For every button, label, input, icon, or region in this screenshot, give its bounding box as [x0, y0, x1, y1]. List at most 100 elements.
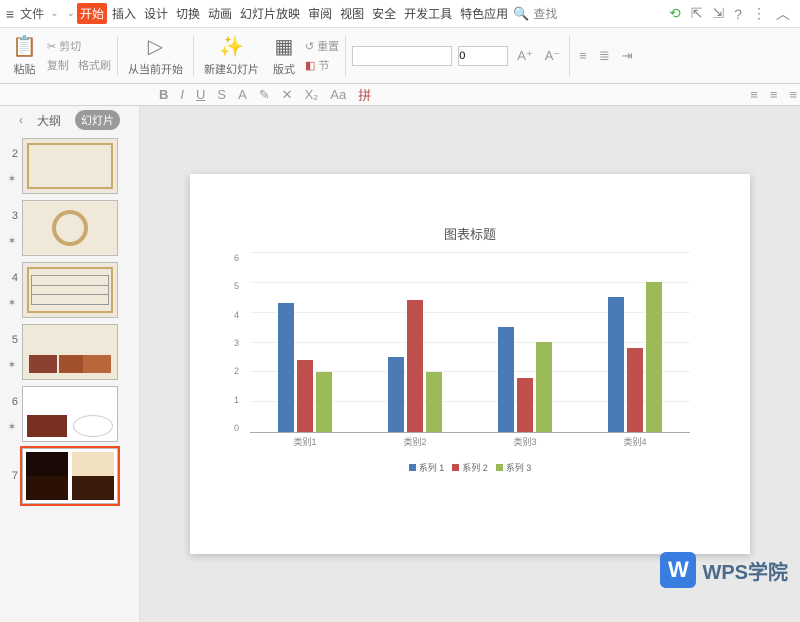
thumb-row[interactable]: 2✶: [6, 138, 133, 194]
layout-button[interactable]: ▦ 版式: [269, 34, 299, 77]
font-size-select[interactable]: [458, 46, 508, 66]
paste-label: 粘贴: [13, 61, 35, 77]
tab-security[interactable]: 安全: [369, 3, 399, 24]
chevron-down-icon[interactable]: ⌄: [67, 8, 75, 19]
collapse-icon[interactable]: ︿: [772, 4, 794, 24]
reset-label: 重置: [317, 38, 339, 54]
bar[interactable]: [388, 357, 404, 432]
thumb-row[interactable]: 4✶: [6, 262, 133, 318]
tab-view[interactable]: 视图: [337, 3, 367, 24]
tab-devtools[interactable]: 开发工具: [401, 3, 455, 24]
slide-thumb-2[interactable]: [22, 138, 118, 194]
tab-slideshow[interactable]: 幻灯片放映: [237, 3, 303, 24]
section-icon: ◧: [305, 59, 315, 72]
new-slide-button[interactable]: ✨ 新建幻灯片: [200, 34, 263, 77]
animation-star-icon: ✶: [8, 360, 16, 371]
bar[interactable]: [517, 378, 533, 432]
format-painter-button[interactable]: 格式刷: [78, 57, 111, 73]
section-label: 节: [318, 57, 329, 73]
thumb-row[interactable]: 6✶: [6, 386, 133, 442]
bar[interactable]: [426, 372, 442, 432]
align-left-button[interactable]: ≡: [747, 87, 761, 102]
search-icon[interactable]: 🔍: [513, 6, 529, 22]
reset-button[interactable]: ↺重置: [305, 38, 339, 54]
case-button[interactable]: Aa: [327, 87, 349, 102]
underline-button[interactable]: U: [193, 87, 208, 102]
new-slide-label: 新建幻灯片: [204, 61, 259, 77]
tab-transition[interactable]: 切换: [173, 3, 203, 24]
slide-thumb-5[interactable]: [22, 324, 118, 380]
tab-start[interactable]: 开始: [77, 3, 107, 24]
tab-review[interactable]: 审阅: [305, 3, 335, 24]
bar[interactable]: [536, 342, 552, 432]
scissors-icon: ✂: [47, 40, 56, 53]
bar[interactable]: [498, 327, 514, 432]
font-color-button[interactable]: A: [235, 87, 250, 102]
menu-bar: ≡ 文件 ⌄ ⌄ 开始 插入 设计 切换 动画 幻灯片放映 审阅 视图 安全 开…: [0, 0, 800, 28]
x-axis: 类别1类别2类别3类别4: [250, 435, 690, 453]
slide-thumb-4[interactable]: [22, 262, 118, 318]
slide-canvas[interactable]: 图表标题 6543210 类别1类别2类别3类别4 系列 1系列 2系列 3: [140, 106, 800, 622]
increase-font-button[interactable]: A⁺: [514, 48, 536, 64]
tab-animation[interactable]: 动画: [205, 3, 235, 24]
bar[interactable]: [278, 303, 294, 432]
chart-title: 图表标题: [230, 224, 710, 243]
tab-features[interactable]: 特色应用: [457, 3, 511, 24]
bar[interactable]: [297, 360, 313, 432]
highlight-button[interactable]: ✎: [256, 87, 273, 103]
align-right-button[interactable]: ≡: [786, 87, 800, 102]
chart[interactable]: 6543210 类别1类别2类别3类别4: [250, 253, 690, 453]
slide-number: 6: [6, 396, 18, 408]
bar[interactable]: [316, 372, 332, 432]
slide-thumb-6[interactable]: [22, 386, 118, 442]
cloud-sync-icon[interactable]: ⟲: [665, 5, 685, 22]
bar[interactable]: [646, 282, 662, 432]
bar[interactable]: [608, 297, 624, 432]
thumb-row[interactable]: 5✶: [6, 324, 133, 380]
back-icon[interactable]: ‹: [19, 113, 23, 127]
align-center-button[interactable]: ≡: [767, 87, 781, 102]
paste-button[interactable]: 📋 粘贴: [8, 34, 41, 77]
bar[interactable]: [407, 300, 423, 432]
bullets-button[interactable]: ≡: [576, 48, 590, 63]
thumbnail-list: 2✶ 3✶ 4✶ 5✶ 6✶ 7: [0, 134, 139, 622]
pinyin-button[interactable]: 拼: [355, 85, 374, 104]
indent-button[interactable]: ⇥: [619, 48, 636, 64]
tab-insert[interactable]: 插入: [109, 3, 139, 24]
export-icon[interactable]: ⇲: [708, 5, 728, 22]
italic-button[interactable]: I: [177, 87, 187, 102]
more-icon[interactable]: ⋮: [748, 5, 770, 22]
tab-design[interactable]: 设计: [141, 3, 171, 24]
slide-thumb-7[interactable]: [22, 448, 118, 504]
layout-label: 版式: [273, 61, 295, 77]
share-icon[interactable]: ⇱: [687, 5, 707, 22]
ribbon-toolbar: 📋 粘贴 ✂剪切 复制 格式刷 ▷ 从当前开始 ✨ 新建幻灯片 ▦ 版式 ↺重置…: [0, 28, 800, 84]
file-menu[interactable]: 文件: [16, 5, 48, 22]
clear-format-button[interactable]: ✕: [279, 87, 296, 103]
bar[interactable]: [627, 348, 643, 432]
subscript-button[interactable]: X₂: [302, 87, 322, 102]
slide-number: 4: [6, 272, 18, 284]
plot-area: [250, 253, 690, 433]
chevron-down-icon[interactable]: ⌄: [50, 8, 58, 19]
decrease-font-button[interactable]: A⁻: [542, 48, 564, 64]
help-icon[interactable]: ?: [730, 6, 746, 22]
cut-button[interactable]: ✂剪切: [47, 38, 111, 54]
slide-thumb-3[interactable]: [22, 200, 118, 256]
slide-number: 3: [6, 210, 18, 222]
reset-icon: ↺: [305, 40, 314, 53]
slides-tab[interactable]: 幻灯片: [75, 110, 120, 130]
font-name-select[interactable]: [352, 46, 452, 66]
section-button[interactable]: ◧节: [305, 57, 339, 73]
numbering-button[interactable]: ≣: [596, 48, 613, 64]
menu-icon[interactable]: ≡: [6, 6, 14, 22]
current-slide[interactable]: 图表标题 6543210 类别1类别2类别3类别4 系列 1系列 2系列 3: [190, 174, 750, 554]
search-label[interactable]: 查找: [531, 5, 559, 22]
bold-button[interactable]: B: [156, 87, 171, 102]
thumb-row[interactable]: 7: [6, 448, 133, 504]
outline-tab[interactable]: 大纲: [31, 110, 67, 131]
strike-button[interactable]: S: [214, 87, 229, 102]
thumb-row[interactable]: 3✶: [6, 200, 133, 256]
copy-button[interactable]: 复制: [47, 57, 69, 73]
start-slideshow-button[interactable]: ▷ 从当前开始: [124, 34, 187, 77]
